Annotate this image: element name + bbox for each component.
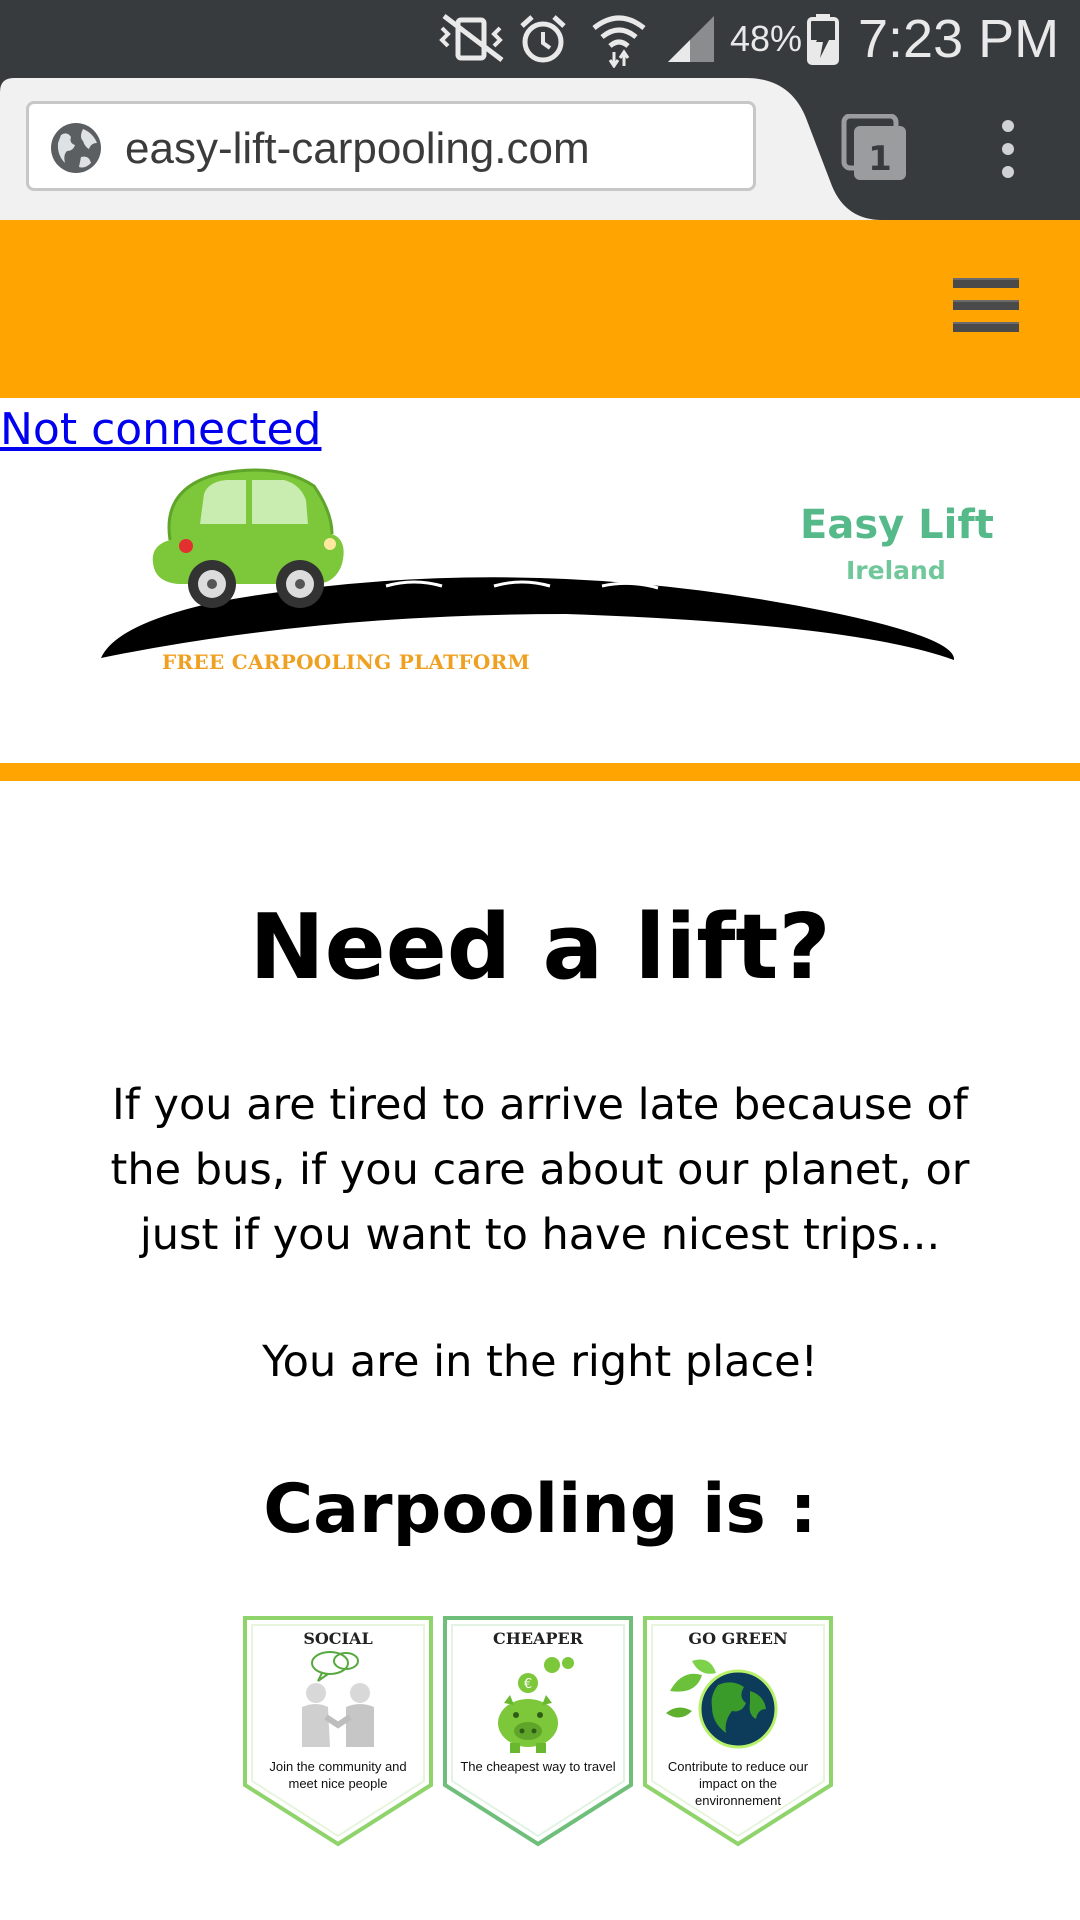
benefit-text: Join the community and meet nice people [269,1759,407,1791]
intro-paragraph: If you are tired to arrive late because … [60,1073,1020,1268]
address-bar[interactable]: easy-lift-carpooling.com [26,101,756,191]
benefit-cheaper: CHEAPER € The cheapest way to travel [442,1615,634,1847]
tab-count: 1 [868,139,892,179]
wifi-icon [590,12,648,72]
not-connected-link[interactable]: Not connected [0,404,321,455]
benefit-text: The cheapest way to travel [460,1759,616,1774]
site-header [0,220,1080,398]
intro-line: the bus, if you care about our planet, o… [110,1145,970,1195]
benefits-title: Carpooling is : [263,1470,817,1549]
overflow-menu-button[interactable] [990,116,1026,182]
header-divider [0,763,1080,781]
handshake-people-icon [288,1651,388,1759]
globe-icon [49,121,103,179]
signal-icon [664,12,718,70]
green-globe-icon [662,1651,792,1759]
site-logo[interactable]: Easy Lift Ireland FREE CARPOOLING PLATFO… [96,464,994,694]
intro-line: just if you want to have nicest trips... [139,1210,941,1260]
benefit-title: CHEAPER [493,1629,583,1648]
vibrate-off-icon [436,12,508,68]
overflow-menu-icon [1002,120,1014,178]
tabs-button[interactable]: 1 [840,113,910,184]
benefit-text: Contribute to reduce our impact on the e… [667,1759,809,1808]
right-place-tagline: You are in the right place! [262,1337,818,1387]
battery-percent: 48% [730,18,803,59]
tabs-icon: 1 [841,113,906,180]
logo-tagline: FREE CARPOOLING PLATFORM [162,650,530,674]
benefit-title: GO GREEN [688,1629,788,1648]
hamburger-menu-icon[interactable] [953,278,1019,334]
piggy-bank-icon: € [488,1651,588,1759]
benefit-title: SOCIAL [303,1629,373,1648]
svg-text:€: € [524,1677,532,1692]
intro-line: If you are tired to arrive late because … [112,1080,968,1130]
battery-charging-icon [806,12,840,70]
status-bar: 48% 7:23 PM [0,0,1080,78]
page-title: Need a lift? [249,895,831,1000]
logo-brand: Easy Lift [800,502,994,548]
benefit-social: SOCIAL Join the community and meet nice … [242,1615,434,1847]
status-time: 7:23 PM [858,9,1060,69]
logo-country: Ireland [846,556,946,585]
benefits-list: SOCIAL Join the community and meet nice … [242,1615,834,1847]
alarm-icon [516,12,570,70]
browser-toolbar: easy-lift-carpooling.com 1 [0,78,1080,220]
url-text: easy-lift-carpooling.com [125,124,590,173]
benefit-go-green: GO GREEN Contribute to reduce our impact… [642,1615,834,1847]
